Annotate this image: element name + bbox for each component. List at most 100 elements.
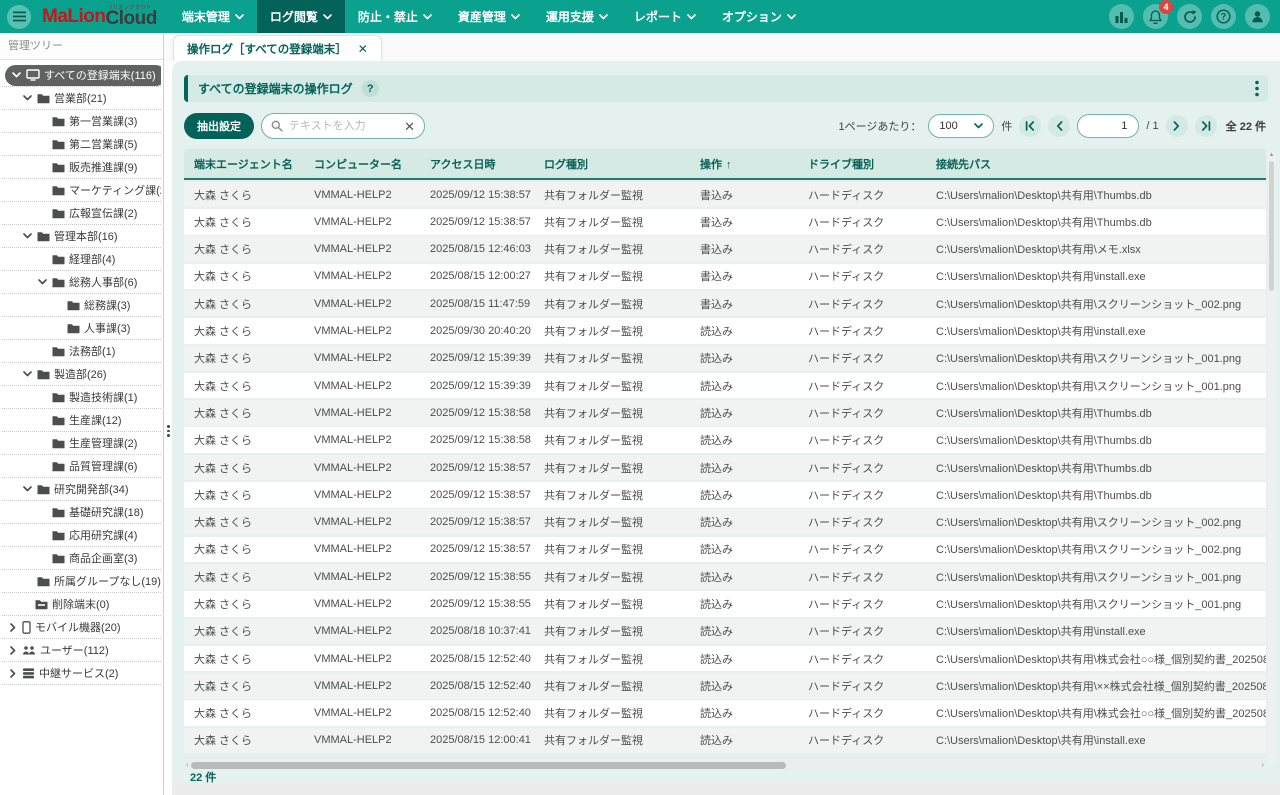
nav-menu-item[interactable]: 運用支援 (533, 0, 621, 33)
table-row[interactable]: 大森 さくらVMMAL-HELP22025/09/12 15:38:58共有フォ… (184, 400, 1266, 426)
tree-item[interactable]: 法務部(1) (2, 340, 161, 363)
table-row[interactable]: 大森 さくらVMMAL-HELP22025/09/12 15:38:57共有フォ… (184, 455, 1266, 481)
table-row[interactable]: 大森 さくらVMMAL-HELP22025/09/12 15:38:55共有フォ… (184, 591, 1266, 617)
next-page-button[interactable] (1166, 115, 1188, 137)
last-page-button[interactable] (1195, 115, 1217, 137)
table-row[interactable]: 大森 さくらVMMAL-HELP22025/09/12 15:39:39共有フォ… (184, 346, 1266, 372)
nav-menu-item[interactable]: 防止・禁止 (345, 0, 445, 33)
tree-item[interactable]: 人事課(3) (2, 317, 161, 340)
tree-item[interactable]: 営業部(21) (2, 87, 161, 110)
chevron-down-icon[interactable] (22, 486, 33, 492)
scroll-up-arrow-icon[interactable]: ▲ (1268, 152, 1275, 159)
tree-item[interactable]: 第一営業課(3) (2, 110, 161, 133)
horizontal-scrollbar[interactable]: ‹ › (184, 760, 1266, 770)
table-row[interactable]: 大森 さくらVMMAL-HELP22025/08/15 12:52:40共有フォ… (184, 646, 1266, 672)
tree-item[interactable]: 削除端末(0) (2, 593, 161, 616)
tree-item[interactable]: ユーザー(112) (2, 639, 161, 662)
tree-item[interactable]: マーケティング課(2) (2, 179, 161, 202)
tree-item[interactable]: 所属グループなし(19) (2, 570, 161, 593)
table-header-cell[interactable]: アクセス日時 (420, 156, 534, 172)
table-header-cell[interactable]: 操作↑ (690, 156, 798, 172)
table-row[interactable]: 大森 さくらVMMAL-HELP22025/09/12 15:38:57共有フォ… (184, 537, 1266, 563)
tree-item[interactable]: 販売推進課(9) (2, 156, 161, 179)
tree-item[interactable]: 研究開発部(34) (2, 478, 161, 501)
tree-item[interactable]: モバイル機器(20) (2, 616, 161, 639)
previous-page-button[interactable] (1048, 115, 1070, 137)
table-row[interactable]: 大森 さくらVMMAL-HELP22025/08/15 11:47:59共有フォ… (184, 291, 1266, 317)
search-input[interactable] (289, 120, 398, 132)
chevron-right-icon[interactable] (7, 623, 18, 632)
table-row[interactable]: 大森 さくらVMMAL-HELP22025/09/12 15:38:55共有フォ… (184, 564, 1266, 590)
table-header-cell[interactable]: ドライブ種別 (798, 156, 926, 172)
tree-item[interactable]: 中継サービス(2) (2, 662, 161, 685)
chevron-down-icon[interactable] (22, 371, 33, 377)
chevron-down-icon[interactable] (11, 72, 22, 78)
table-row[interactable]: 大森 さくらVMMAL-HELP22025/08/15 12:00:41共有フォ… (184, 728, 1266, 754)
tree-item[interactable]: 生産管理課(2) (2, 432, 161, 455)
first-page-button[interactable] (1019, 115, 1041, 137)
tree-item[interactable]: 総務人事部(6) (2, 271, 161, 294)
extract-settings-button[interactable]: 抽出設定 (184, 113, 254, 139)
table-row[interactable]: 大森 さくらVMMAL-HELP22025/08/15 12:46:03共有フォ… (184, 236, 1266, 262)
nav-menu-item[interactable]: ログ閲覧 (257, 0, 345, 33)
current-page-input[interactable] (1077, 114, 1139, 138)
tree-item[interactable]: すべての登録端末(116) (2, 64, 161, 87)
more-options-button[interactable] (1255, 80, 1259, 97)
account-button[interactable] (1245, 4, 1270, 29)
table-row[interactable]: 大森 さくらVMMAL-HELP22025/09/30 20:40:20共有フォ… (184, 318, 1266, 344)
table-header-cell[interactable]: 接続先パス (926, 156, 1266, 172)
nav-menu-item[interactable]: オプション (709, 0, 809, 33)
nav-menu-item[interactable]: レポート (621, 0, 709, 33)
vertical-scrollbar[interactable]: ▲ (1268, 151, 1275, 765)
table-row[interactable]: 大森 さくらVMMAL-HELP22025/08/18 10:37:41共有フォ… (184, 619, 1266, 645)
tree-item[interactable]: 生産課(12) (2, 409, 161, 432)
table-row[interactable]: 大森 さくらVMMAL-HELP22025/09/12 15:38:57共有フォ… (184, 209, 1266, 235)
tab-operation-log[interactable]: 操作ログ［すべての登録端末］ ✕ (173, 35, 382, 61)
table-row[interactable]: 大森 さくらVMMAL-HELP22025/09/12 15:38:57共有フォ… (184, 482, 1266, 508)
table-row[interactable]: 大森 さくらVMMAL-HELP22025/09/12 15:38:57共有フォ… (184, 509, 1266, 535)
tab-close-icon[interactable]: ✕ (358, 43, 368, 55)
table-header-cell[interactable]: 端末エージェント名 (184, 156, 304, 172)
per-page-select[interactable]: 100 (928, 114, 994, 138)
tree-item[interactable]: 製造部(26) (2, 363, 161, 386)
horizontal-scrollbar-thumb[interactable] (191, 762, 786, 769)
hamburger-menu-button[interactable] (7, 5, 31, 29)
nav-menu-item[interactable]: 端末管理 (169, 0, 257, 33)
scroll-right-arrow-icon[interactable]: › (1261, 760, 1264, 770)
chevron-down-icon[interactable] (37, 279, 48, 285)
tree-item[interactable]: 広報宣伝課(2) (2, 202, 161, 225)
table-row[interactable]: 大森 さくらVMMAL-HELP22025/08/15 12:00:27共有フォ… (184, 264, 1266, 290)
table-row[interactable]: 大森 さくらVMMAL-HELP22025/09/12 15:38:57共有フォ… (184, 182, 1266, 208)
tree-item[interactable]: 経理部(4) (2, 248, 161, 271)
chevron-right-icon[interactable] (7, 669, 18, 678)
table-row[interactable]: 大森 さくらVMMAL-HELP22025/08/15 12:52:40共有フォ… (184, 673, 1266, 699)
table-row[interactable]: 大森 さくらVMMAL-HELP22025/08/15 12:52:40共有フォ… (184, 700, 1266, 726)
help-button[interactable]: ? (1211, 4, 1236, 29)
context-help-icon[interactable]: ? (362, 80, 379, 97)
chevron-down-icon[interactable] (22, 233, 33, 239)
vertical-scrollbar-thumb[interactable] (1269, 161, 1274, 291)
scroll-left-arrow-icon[interactable]: ‹ (186, 760, 189, 770)
table-cell: VMMAL-HELP2 (304, 598, 420, 610)
table-cell: ハードディスク (798, 514, 926, 530)
tree-item[interactable]: 管理本部(16) (2, 225, 161, 248)
chevron-right-icon[interactable] (7, 646, 18, 655)
nav-menu-item[interactable]: 資産管理 (445, 0, 533, 33)
tree-item[interactable]: 製造技術課(1) (2, 386, 161, 409)
table-row[interactable]: 大森 さくらVMMAL-HELP22025/09/12 15:38:58共有フォ… (184, 427, 1266, 453)
chevron-down-icon[interactable] (22, 95, 33, 101)
notifications-button[interactable]: 4 (1143, 4, 1168, 29)
tree-item[interactable]: 基礎研究課(18) (2, 501, 161, 524)
tree-item[interactable]: 総務課(3) (2, 294, 161, 317)
table-header-cell[interactable]: コンピューター名 (304, 156, 420, 172)
table-row[interactable]: 大森 さくらVMMAL-HELP22025/09/12 15:39:39共有フォ… (184, 373, 1266, 399)
dashboard-chart-button[interactable] (1109, 4, 1134, 29)
tree-item[interactable]: 品質管理課(6) (2, 455, 161, 478)
table-header-cell[interactable]: ログ種別 (534, 156, 690, 172)
tree-item[interactable]: 応用研究課(4) (2, 524, 161, 547)
tree-item[interactable]: 第二営業課(5) (2, 133, 161, 156)
sidebar-resize-handle[interactable] (164, 421, 173, 441)
refresh-button[interactable] (1177, 4, 1202, 29)
clear-search-icon[interactable]: ✕ (404, 120, 415, 133)
tree-item[interactable]: 商品企画室(3) (2, 547, 161, 570)
